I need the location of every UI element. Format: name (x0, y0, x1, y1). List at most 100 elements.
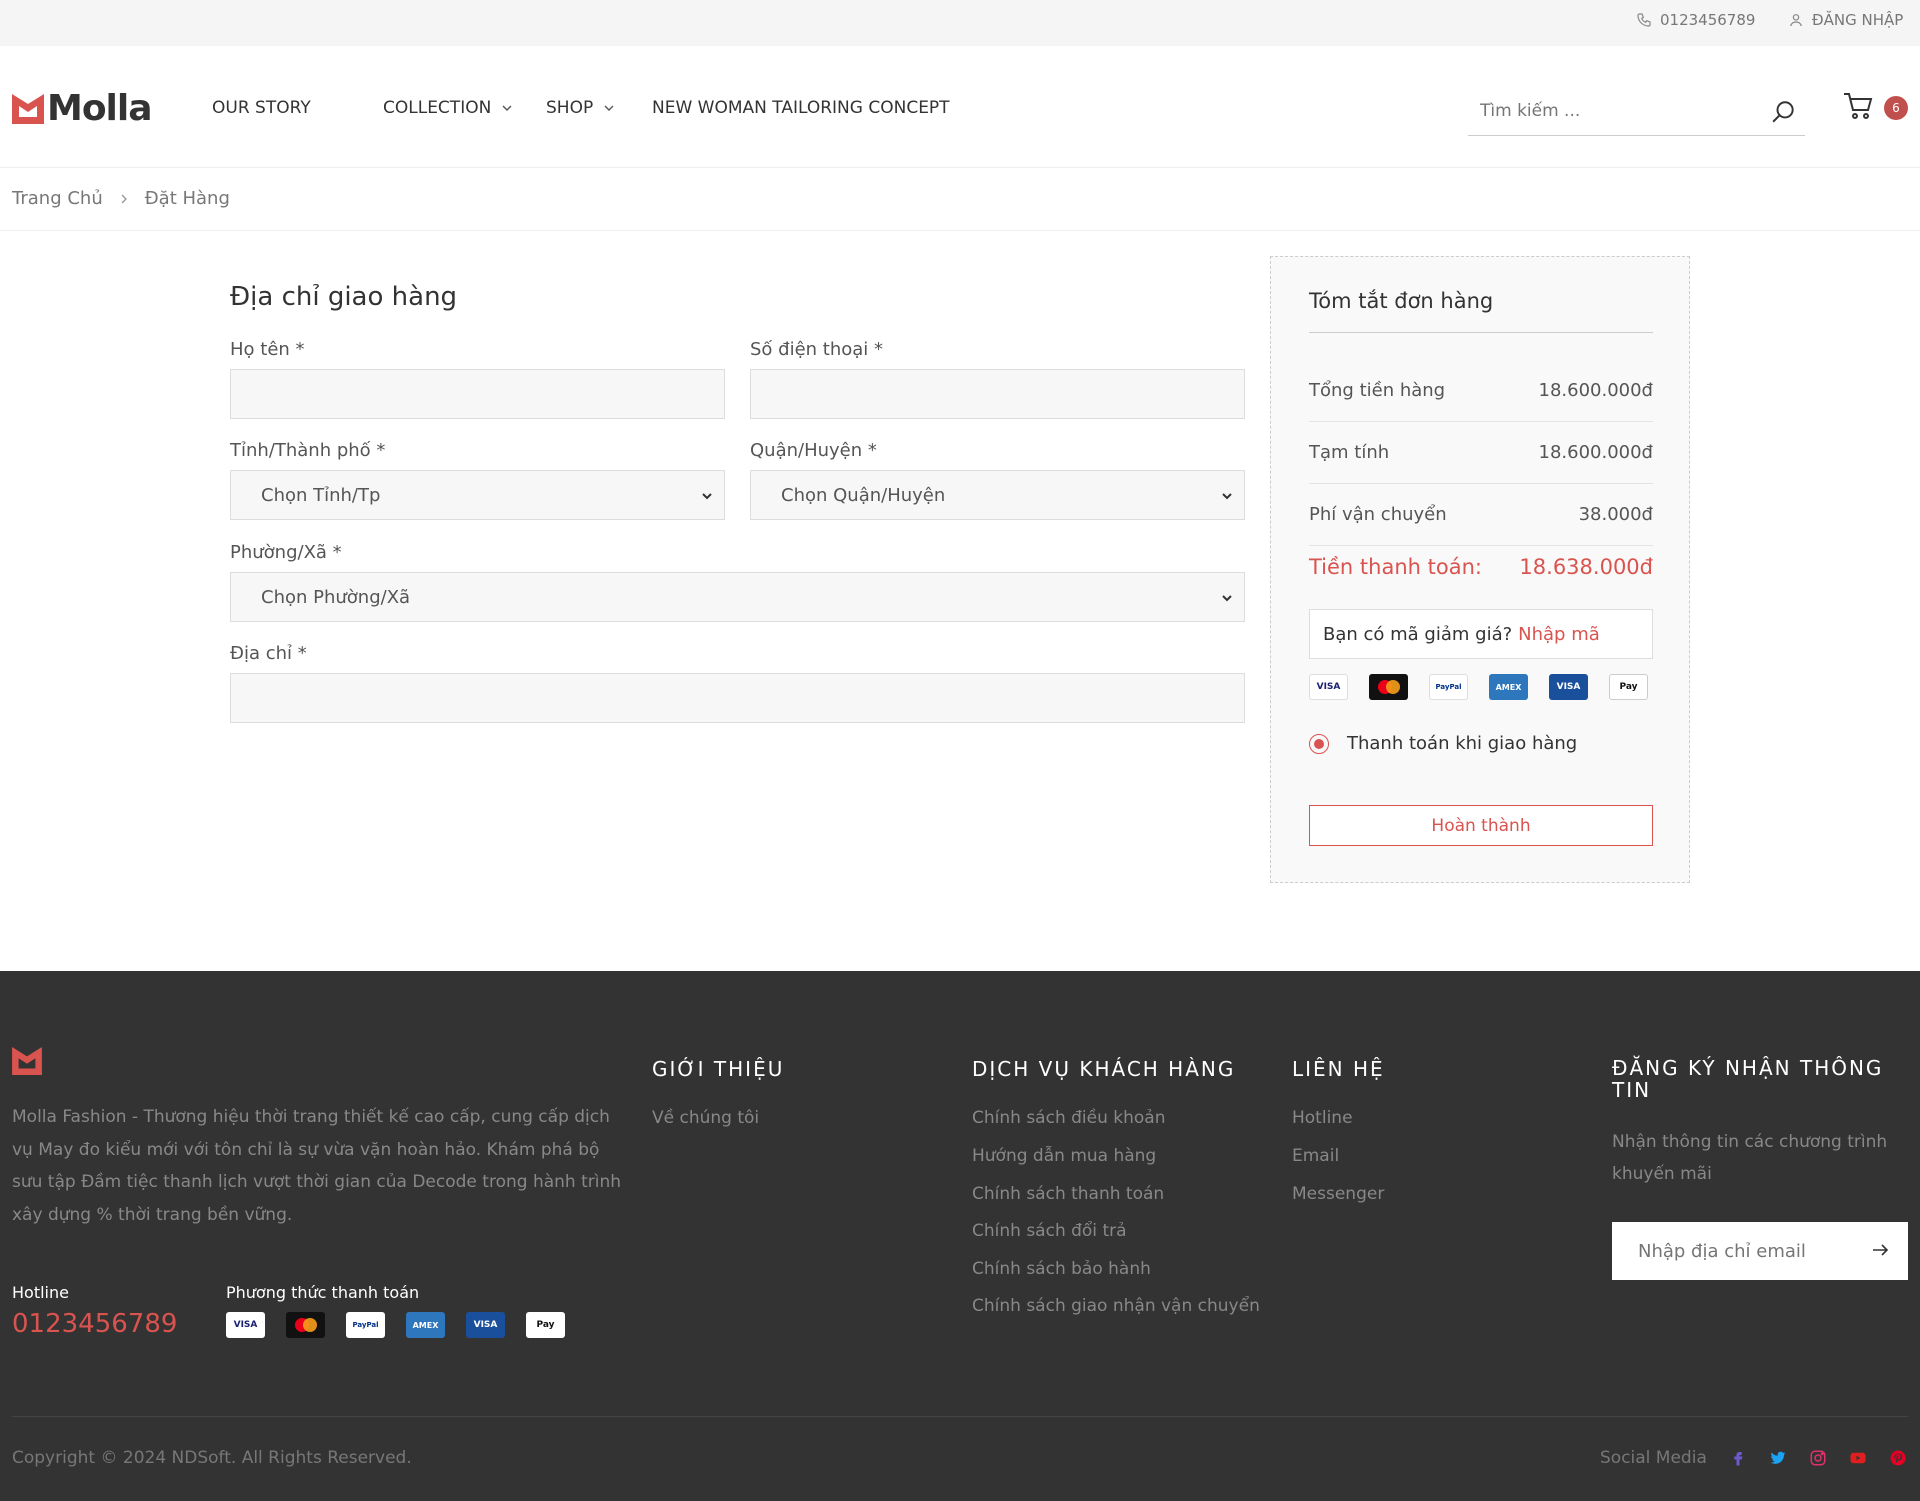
amex-icon: AMEX (1489, 674, 1528, 700)
summary-row-label: Tạm tính (1309, 442, 1390, 463)
footer-link-warranty-policy[interactable]: Chính sách bảo hành (972, 1259, 1151, 1279)
user-icon (1790, 14, 1802, 27)
nav-label: COLLECTION (383, 98, 492, 118)
footer-description: Molla Fashion - Thương hiệu thời trang t… (12, 1107, 622, 1225)
facebook-icon[interactable] (1729, 1449, 1747, 1467)
topbar-phone[interactable]: 0123456789 (1636, 11, 1755, 29)
footer-hotline-number[interactable]: 0123456789 (12, 1309, 177, 1339)
breadcrumb: Trang Chủ Đặt Hàng (12, 188, 230, 209)
payment-icon-label: PayPal (352, 1321, 379, 1329)
instagram-icon[interactable] (1809, 1449, 1827, 1467)
radio-button[interactable] (1309, 733, 1329, 754)
order-summary: Tóm tắt đơn hàng Tổng tiền hàng 18.600.0… (1270, 256, 1690, 883)
summary-title: Tóm tắt đơn hàng (1309, 289, 1494, 313)
newsletter-email-input[interactable] (1612, 1223, 1852, 1279)
footer-link-messenger[interactable]: Messenger (1292, 1184, 1384, 1204)
phone-label: Số điện thoại * (750, 339, 884, 360)
chevron-down-icon (502, 105, 512, 111)
paypal-icon: PayPal (1429, 674, 1468, 700)
payment-icon-label: AMEX (1495, 682, 1522, 692)
payment-method-label: Thanh toán khi giao hàng (1347, 733, 1578, 754)
chevron-down-icon (1222, 493, 1232, 500)
visa-electron-icon: VISA (1549, 674, 1588, 700)
payment-method-cod[interactable]: Thanh toán khi giao hàng (1309, 733, 1577, 754)
footer-divider (12, 1416, 1908, 1417)
footer-logo-icon[interactable] (12, 1047, 42, 1075)
footer-link-email[interactable]: Email (1292, 1146, 1339, 1166)
visa-icon: VISA (1309, 674, 1348, 700)
footer-link-buying-guide[interactable]: Hướng dẫn mua hàng (972, 1146, 1156, 1166)
nav-tailoring[interactable]: NEW WOMAN TAILORING CONCEPT (652, 98, 950, 118)
breadcrumb-home[interactable]: Trang Chủ (12, 188, 103, 209)
social-media-label: Social Media (1600, 1448, 1707, 1468)
footer-link-terms[interactable]: Chính sách điều khoản (972, 1108, 1165, 1128)
ward-select[interactable]: Chọn Phường/Xã (230, 572, 1245, 622)
footer-newsletter-text: Nhận thông tin các chương trình khuyến m… (1612, 1132, 1888, 1184)
logo[interactable]: Molla (12, 88, 153, 129)
nav-collection[interactable]: COLLECTION (383, 98, 513, 118)
cart-count-badge: 6 (1884, 96, 1908, 120)
breadcrumb-divider (0, 230, 1920, 231)
footer-newsletter-title: ĐĂNG KÝ NHẬN THÔNG TIN (1612, 1056, 1884, 1102)
coupon-box: Bạn có mã giảm giá? Nhập mã (1309, 609, 1653, 659)
footer-link-return-policy[interactable]: Chính sách đổi trả (972, 1221, 1127, 1241)
paypal-icon: PayPal (346, 1312, 385, 1338)
mastercard-icon (1369, 674, 1408, 700)
youtube-icon[interactable] (1849, 1449, 1867, 1467)
summary-total-label: Tiền thanh toán: (1309, 555, 1482, 579)
footer-link-about-us[interactable]: Về chúng tôi (652, 1108, 759, 1128)
twitter-icon[interactable] (1769, 1449, 1787, 1467)
province-select[interactable]: Chọn Tỉnh/Tp (230, 470, 725, 520)
footer-hotline-label: Hotline (12, 1283, 69, 1302)
logo-mark-icon (12, 93, 44, 124)
footer-link-payment-policy[interactable]: Chính sách thanh toán (972, 1184, 1164, 1204)
footer-social: Social Media (1600, 1448, 1907, 1468)
search-input[interactable] (1468, 86, 1748, 136)
pinterest-icon[interactable] (1889, 1449, 1907, 1467)
footer-copyright: Copyright © 2024 NDSoft. All Rights Rese… (12, 1448, 412, 1468)
phone-input[interactable] (750, 369, 1245, 419)
district-label: Quận/Huyện * (750, 440, 877, 461)
payment-icon-label: Pay (536, 1320, 555, 1330)
visa-icon: VISA (226, 1312, 265, 1338)
nav-label: SHOP (546, 98, 594, 118)
summary-total-value: 18.638.000đ (1519, 555, 1653, 579)
search-box (1468, 86, 1805, 136)
footer-about-title: GIỚI THIỆU (652, 1057, 785, 1081)
coupon-link[interactable]: Nhập mã (1518, 624, 1600, 645)
fullname-label: Họ tên * (230, 339, 305, 360)
summary-row-provisional: Tạm tính 18.600.000đ (1309, 422, 1653, 484)
footer-link-hotline[interactable]: Hotline (1292, 1108, 1353, 1128)
nav-our-story[interactable]: OUR STORY (212, 98, 311, 118)
newsletter-form (1612, 1222, 1908, 1280)
fullname-input[interactable] (230, 369, 725, 419)
district-select[interactable]: Chọn Quận/Huyện (750, 470, 1245, 520)
topbar-login[interactable]: ĐĂNG NHẬP (1788, 11, 1903, 29)
summary-title-divider (1309, 332, 1653, 333)
chevron-down-icon (702, 493, 712, 500)
summary-row-shipping: Phí vận chuyển 38.000đ (1309, 484, 1653, 546)
payment-icon-label: VISA (1556, 682, 1581, 692)
coupon-text: Bạn có mã giảm giá? (1323, 623, 1513, 645)
topbar-login-text: ĐĂNG NHẬP (1812, 11, 1904, 29)
apple-pay-icon: Pay (526, 1312, 565, 1338)
search-icon[interactable] (1771, 99, 1797, 125)
summary-row-value: 38.000đ (1578, 504, 1653, 525)
cart-button[interactable]: 6 (1842, 90, 1912, 130)
amex-icon: AMEX (406, 1312, 445, 1338)
arrow-right-icon[interactable] (1870, 1240, 1890, 1260)
footer-service-title: DỊCH VỤ KHÁCH HÀNG (972, 1057, 1236, 1081)
top-bar: 0123456789 ĐĂNG NHẬP (0, 0, 1920, 46)
phone-icon (1637, 13, 1651, 27)
complete-order-button[interactable]: Hoàn thành (1309, 805, 1653, 846)
footer-link-shipping-policy[interactable]: Chính sách giao nhận vận chuyển (972, 1296, 1260, 1316)
topbar-phone-text: 0123456789 (1660, 11, 1756, 29)
payment-icon-label: AMEX (412, 1320, 439, 1330)
payment-icon-label: VISA (233, 1320, 258, 1330)
site-footer: Molla Fashion - Thương hiệu thời trang t… (0, 971, 1920, 1501)
nav-label: OUR STORY (212, 98, 311, 118)
address-input[interactable] (230, 673, 1245, 723)
payment-icon-label: Pay (1619, 682, 1638, 692)
nav-shop[interactable]: SHOP (546, 98, 615, 118)
footer-payment-icons: VISA PayPal AMEX VISA Pay (226, 1312, 565, 1338)
